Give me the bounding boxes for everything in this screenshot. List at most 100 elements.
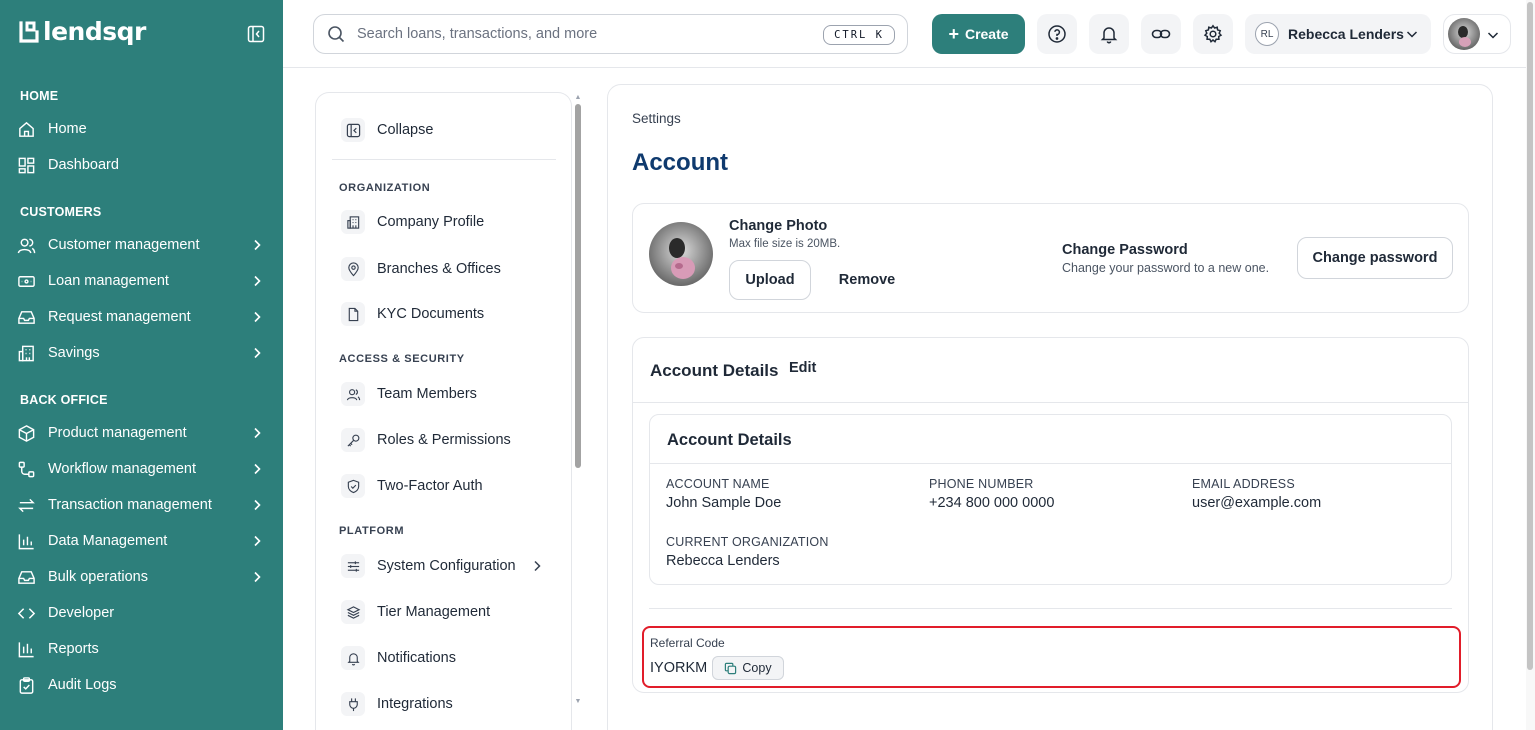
- sidebar-item-label: Product management: [48, 425, 187, 441]
- sidebar-item-label: Home: [48, 121, 87, 137]
- brand-logo[interactable]: lendsqr: [19, 17, 146, 47]
- settings-item-roles-permissions[interactable]: Roles & Permissions: [341, 425, 511, 455]
- settings-item-label: KYC Documents: [377, 306, 485, 322]
- users-icon: [341, 382, 365, 406]
- page-scrollbar-thumb[interactable]: [1527, 2, 1533, 670]
- inbox-icon: [16, 307, 36, 327]
- sidebar-item-data-management[interactable]: Data Management: [16, 527, 268, 555]
- organization-switcher[interactable]: RL Rebecca Lenders: [1245, 14, 1431, 54]
- chevron-right-icon: [254, 347, 261, 359]
- create-button[interactable]: + Create: [932, 14, 1025, 54]
- chevron-right-icon: [254, 239, 261, 251]
- sidebar-item-audit-logs[interactable]: Audit Logs: [16, 671, 268, 699]
- settings-section-platform: PLATFORM: [339, 525, 405, 537]
- settings-item-label: Branches & Offices: [377, 261, 501, 277]
- settings-item-company-profile[interactable]: Company Profile: [341, 207, 484, 237]
- edit-account-button[interactable]: Edit: [789, 360, 816, 376]
- chevron-down-icon: [1487, 32, 1499, 39]
- account-details-card: Account Details Edit Account Details ACC…: [632, 337, 1469, 693]
- referral-code-highlight: Referral Code IYORKM Copy: [642, 626, 1461, 688]
- phone-number-label: PHONE NUMBER: [929, 477, 1034, 491]
- breadcrumb: Settings: [632, 111, 681, 126]
- sidebar-item-label: Loan management: [48, 273, 169, 289]
- upload-photo-button[interactable]: Upload: [729, 260, 811, 300]
- sidebar-item-savings[interactable]: Savings: [16, 339, 268, 367]
- sidebar-item-label: Developer: [48, 605, 115, 621]
- settings-item-notifications[interactable]: Notifications: [341, 643, 456, 673]
- sidebar-item-reports[interactable]: Reports: [16, 635, 268, 663]
- sidebar-item-request-management[interactable]: Request management: [16, 303, 268, 331]
- brand-name: lendsqr: [43, 17, 146, 46]
- sidebar-item-dashboard[interactable]: Dashboard: [16, 151, 268, 179]
- lendsqr-logo-icon: [19, 21, 39, 43]
- bar-chart-icon: [16, 531, 36, 551]
- search-shortcut-hint: CTRL K: [823, 25, 895, 45]
- sidebar-item-transaction-management[interactable]: Transaction management: [16, 491, 268, 519]
- settings-item-branches-offices[interactable]: Branches & Offices: [341, 254, 501, 284]
- settings-item-kyc-documents[interactable]: KYC Documents: [341, 299, 484, 329]
- account-settings-panel: Settings Account Change Photo Max file s…: [607, 84, 1493, 730]
- current-organization-value: Rebecca Lenders: [666, 553, 780, 569]
- sidebar-item-developer[interactable]: Developer: [16, 599, 268, 627]
- search-input[interactable]: [357, 26, 797, 42]
- chevron-right-icon: [254, 311, 261, 323]
- transfer-icon: [16, 495, 36, 515]
- remove-photo-button[interactable]: Remove: [829, 260, 905, 300]
- sidebar-item-bulk-operations[interactable]: Bulk operations: [16, 563, 268, 591]
- workflow-icon: [16, 459, 36, 479]
- change-password-button[interactable]: Change password: [1297, 237, 1453, 279]
- user-menu[interactable]: [1443, 14, 1511, 54]
- settings-collapse-button[interactable]: Collapse: [341, 115, 433, 145]
- chevron-right-icon: [254, 535, 261, 547]
- main-sidebar: lendsqr HOME CUSTOMERS BACK OFFICE Home …: [0, 0, 283, 730]
- bell-icon: [1100, 27, 1118, 44]
- settings-item-label: Two-Factor Auth: [377, 478, 483, 494]
- sidebar-item-product-management[interactable]: Product management: [16, 419, 268, 447]
- scroll-up-arrow-icon[interactable]: ▲: [574, 94, 582, 102]
- sidebar-item-customer-management[interactable]: Customer management: [16, 231, 268, 259]
- document-icon: [341, 302, 365, 326]
- copy-referral-code-button[interactable]: Copy: [712, 656, 784, 680]
- account-name-value: John Sample Doe: [666, 495, 782, 511]
- sidebar-item-label: Bulk operations: [48, 569, 148, 585]
- divider: [633, 402, 1468, 403]
- settings-nav-scrollbar[interactable]: ▲ ▼: [574, 92, 582, 706]
- notifications-button[interactable]: [1089, 14, 1129, 54]
- report-icon: [16, 639, 36, 659]
- avatar: [649, 222, 713, 286]
- org-name: Rebecca Lenders: [1288, 26, 1404, 42]
- page-title: Account: [632, 149, 728, 176]
- settings-nav-scrollbar-thumb[interactable]: [575, 104, 581, 468]
- account-details-heading: Account Details: [650, 361, 779, 380]
- help-button[interactable]: [1037, 14, 1077, 54]
- plug-icon: [341, 692, 365, 716]
- sidebar-item-home[interactable]: Home: [16, 115, 268, 143]
- sidebar-item-workflow-management[interactable]: Workflow management: [16, 455, 268, 483]
- link-button[interactable]: [1141, 14, 1181, 54]
- change-password-hint: Change your password to a new one.: [1062, 261, 1270, 275]
- bell-icon: [341, 646, 365, 670]
- sliders-icon: [341, 554, 365, 578]
- home-icon: [16, 119, 36, 139]
- settings-item-team-members[interactable]: Team Members: [341, 379, 477, 409]
- chevron-right-icon: [254, 427, 261, 439]
- map-pin-icon: [341, 257, 365, 281]
- create-button-label: Create: [964, 26, 1009, 42]
- settings-item-tier-management[interactable]: Tier Management: [341, 597, 490, 627]
- sidebar-collapse-icon[interactable]: [247, 25, 265, 43]
- account-details-summary: Account Details ACCOUNT NAME John Sample…: [649, 414, 1452, 585]
- email-address-value: user@example.com: [1192, 495, 1322, 511]
- settings-item-two-factor-auth[interactable]: Two-Factor Auth: [341, 471, 483, 501]
- page-scrollbar[interactable]: [1526, 0, 1535, 730]
- settings-item-integrations[interactable]: Integrations: [341, 689, 453, 719]
- top-bar: CTRL K + Create RL Rebecca Lenders: [283, 0, 1526, 68]
- settings-button[interactable]: [1193, 14, 1233, 54]
- sidebar-item-loan-management[interactable]: Loan management: [16, 267, 268, 295]
- settings-section-organization: ORGANIZATION: [339, 182, 431, 194]
- settings-item-system-configuration[interactable]: System Configuration: [341, 551, 544, 581]
- global-search[interactable]: CTRL K: [313, 14, 908, 54]
- users-icon: [16, 235, 36, 255]
- settings-item-label: Integrations: [377, 696, 453, 712]
- scroll-down-arrow-icon[interactable]: ▼: [574, 698, 582, 706]
- current-organization-label: CURRENT ORGANIZATION: [666, 535, 829, 549]
